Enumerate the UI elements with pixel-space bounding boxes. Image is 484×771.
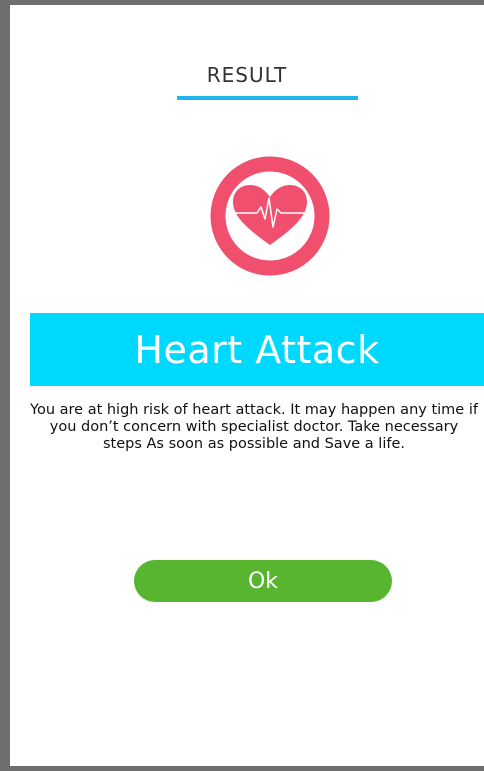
ok-button[interactable]: Ok xyxy=(134,560,392,602)
title-underline xyxy=(177,96,358,100)
heart-pulse-icon xyxy=(209,155,331,277)
phone-frame: RESULT Heart Attack You are at high risk… xyxy=(0,0,484,771)
heart-shape xyxy=(233,185,307,245)
diagnosis-message: You are at high risk of heart attack. It… xyxy=(30,402,478,452)
heart-pulse-svg xyxy=(210,156,330,276)
page-title: RESULT xyxy=(206,63,288,87)
diagnosis-banner: Heart Attack xyxy=(30,313,484,386)
diagnosis-title: Heart Attack xyxy=(134,327,380,372)
